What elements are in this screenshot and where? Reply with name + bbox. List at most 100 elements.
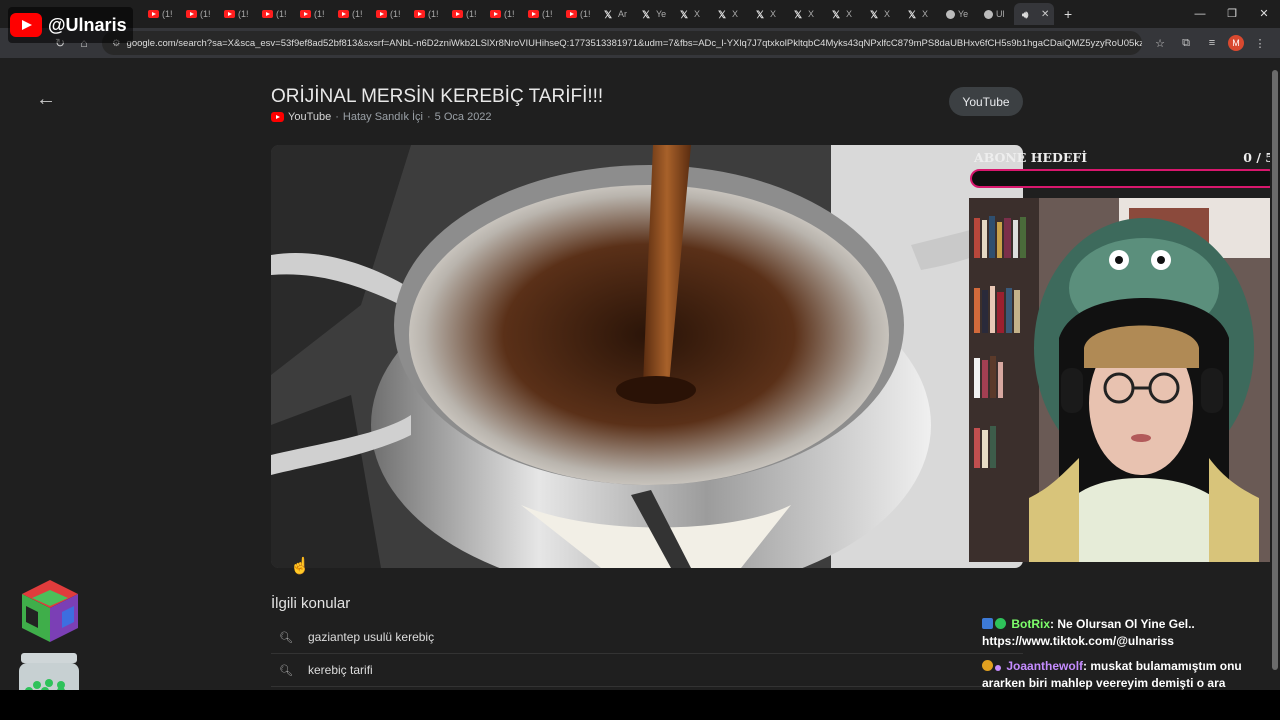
related-topic-item[interactable]: 🔍︎ kerebiç tarifi xyxy=(271,654,1023,687)
scrollbar-thumb[interactable] xyxy=(1272,70,1278,670)
browser-tab[interactable]: (1! xyxy=(444,3,482,25)
profile-avatar[interactable]: M xyxy=(1228,35,1244,51)
sub-goal-current: 0 xyxy=(1243,150,1252,165)
browser-tab[interactable]: (1! xyxy=(254,3,292,25)
chat-username: BotRix xyxy=(1011,617,1051,631)
youtube-icon xyxy=(490,10,501,18)
browser-tab[interactable]: (1! xyxy=(520,3,558,25)
webcam-feed xyxy=(969,198,1280,562)
subscriber-goal-widget: ABONE HEDEFİ 0 / 5 xyxy=(970,150,1278,188)
address-bar[interactable]: ⚙ google.com/search?sa=X&sca_esv=53f9ef8… xyxy=(102,31,1142,55)
tab-label: Ar xyxy=(618,9,627,19)
tab-label: (1! xyxy=(162,9,173,19)
x-icon: 𝕏 xyxy=(908,10,917,21)
browser-tab[interactable]: (1! xyxy=(292,3,330,25)
browser-tab[interactable]: (1! xyxy=(216,3,254,25)
menu-icon[interactable]: ⋮ xyxy=(1250,37,1270,50)
tab-label: (1! xyxy=(542,9,553,19)
related-topics-list: 🔍︎ gaziantep usulü kerebiç 🔍︎ kerebiç ta… xyxy=(271,621,1023,687)
meta-date: 5 Oca 2022 xyxy=(434,111,492,123)
tab-label: X xyxy=(694,9,701,19)
browser-tab[interactable]: (1! xyxy=(140,3,178,25)
back-arrow-icon[interactable]: ← xyxy=(36,88,56,111)
browser-tab[interactable]: Ye xyxy=(938,3,976,25)
x-icon: 𝕏 xyxy=(718,10,727,21)
browser-tab[interactable]: Ul xyxy=(976,3,1014,25)
browser-tab[interactable]: 𝕏 Ye xyxy=(634,3,672,25)
sparkle-badge-icon xyxy=(995,665,1001,671)
new-tab-button[interactable]: + xyxy=(1064,6,1088,22)
youtube-icon xyxy=(186,10,197,18)
cube-overlay-icon xyxy=(22,580,78,642)
related-topic-item[interactable]: 🔍︎ gaziantep usulü kerebiç xyxy=(271,621,1023,654)
restore-icon[interactable]: ❐ xyxy=(1216,0,1248,28)
browser-tab[interactable]: (1! xyxy=(330,3,368,25)
browser-tab[interactable]: (1! xyxy=(178,3,216,25)
youtube-icon xyxy=(271,112,284,122)
youtube-icon xyxy=(566,10,577,18)
close-icon[interactable]: ✕ xyxy=(1248,0,1280,28)
tab-label: X xyxy=(770,9,777,19)
page-scrollbar[interactable] xyxy=(1270,58,1280,690)
channel-name: @Ulnaris xyxy=(48,14,127,35)
tab-label: (1! xyxy=(200,9,211,19)
youtube-icon xyxy=(414,10,425,18)
youtube-logo-icon xyxy=(10,13,42,37)
url-text: google.com/search?sa=X&sca_esv=53f9ef8ad… xyxy=(126,37,1142,49)
browser-tab[interactable]: (1! xyxy=(482,3,520,25)
globe-icon xyxy=(984,9,993,19)
tab-label: (1! xyxy=(238,9,249,19)
browser-tab[interactable]: 𝕏X xyxy=(786,3,824,25)
window-controls: — ❐ ✕ xyxy=(1184,0,1280,28)
media-controls-icon[interactable]: ≡ xyxy=(1202,37,1222,49)
speaker-icon: 🔊︎ xyxy=(1022,10,1029,21)
browser-tab[interactable]: 𝕏X xyxy=(710,3,748,25)
youtube-icon xyxy=(300,10,311,18)
browser-tab[interactable]: 𝕏X xyxy=(748,3,786,25)
tab-label: (1! xyxy=(276,9,287,19)
browser-tab[interactable]: 𝕏X xyxy=(900,3,938,25)
tab-close-icon[interactable]: ✕ xyxy=(1041,9,1049,20)
bookmark-star-icon[interactable]: ☆ xyxy=(1150,37,1170,50)
tab-label: X xyxy=(732,9,739,19)
browser-tab[interactable]: 🔊︎ ✕ xyxy=(1014,3,1054,25)
bottom-overlay-strip xyxy=(0,690,1280,720)
tab-label: (1! xyxy=(390,9,401,19)
youtube-icon xyxy=(376,10,387,18)
x-icon: 𝕏 xyxy=(680,10,689,21)
video-frame-image xyxy=(271,145,1023,568)
meta-channel: Hatay Sandık İçi xyxy=(342,111,423,123)
bot-badge-icon xyxy=(982,618,993,629)
youtube-icon xyxy=(262,10,273,18)
browser-tab[interactable]: (1! xyxy=(406,3,444,25)
open-youtube-button[interactable]: YouTube xyxy=(949,87,1023,116)
meta-separator: · xyxy=(427,111,431,123)
tab-label: (1! xyxy=(428,9,439,19)
youtube-icon xyxy=(224,10,235,18)
youtube-icon xyxy=(528,10,539,18)
sub-goal-progress-bar xyxy=(970,169,1278,188)
browser-tab[interactable]: (1! xyxy=(368,3,406,25)
verified-badge-icon xyxy=(995,618,1006,629)
minimize-icon[interactable]: — xyxy=(1184,0,1216,28)
page-title[interactable]: ORİJİNAL MERSİN KEREBİÇ TARİFİ!!! xyxy=(271,86,603,108)
video-preview[interactable] xyxy=(271,145,1023,568)
streamer-webcam-image xyxy=(969,198,1280,562)
tab-label: X xyxy=(884,9,891,19)
channel-overlay: @Ulnaris xyxy=(8,7,133,43)
related-topic-label: kerebiç tarifi xyxy=(308,663,373,677)
globe-icon xyxy=(946,9,955,19)
browser-toolbar: ↻ ⌂ ⚙ google.com/search?sa=X&sca_esv=53f… xyxy=(0,28,1280,58)
browser-tab[interactable]: 𝕏X xyxy=(672,3,710,25)
tab-label: Ye xyxy=(656,9,667,19)
extensions-icon[interactable]: ⧉ xyxy=(1176,37,1196,50)
browser-tab[interactable]: (1! xyxy=(558,3,596,25)
browser-tab[interactable]: 𝕏X xyxy=(862,3,900,25)
meta-separator: · xyxy=(335,111,339,123)
x-icon: 𝕏 xyxy=(604,10,613,21)
browser-tab[interactable]: 𝕏X xyxy=(824,3,862,25)
tab-label: Ye xyxy=(958,9,969,19)
browser-tab[interactable]: 𝕏 Ar xyxy=(596,3,634,25)
tab-label: (1! xyxy=(504,9,515,19)
x-icon: 𝕏 xyxy=(794,10,803,21)
